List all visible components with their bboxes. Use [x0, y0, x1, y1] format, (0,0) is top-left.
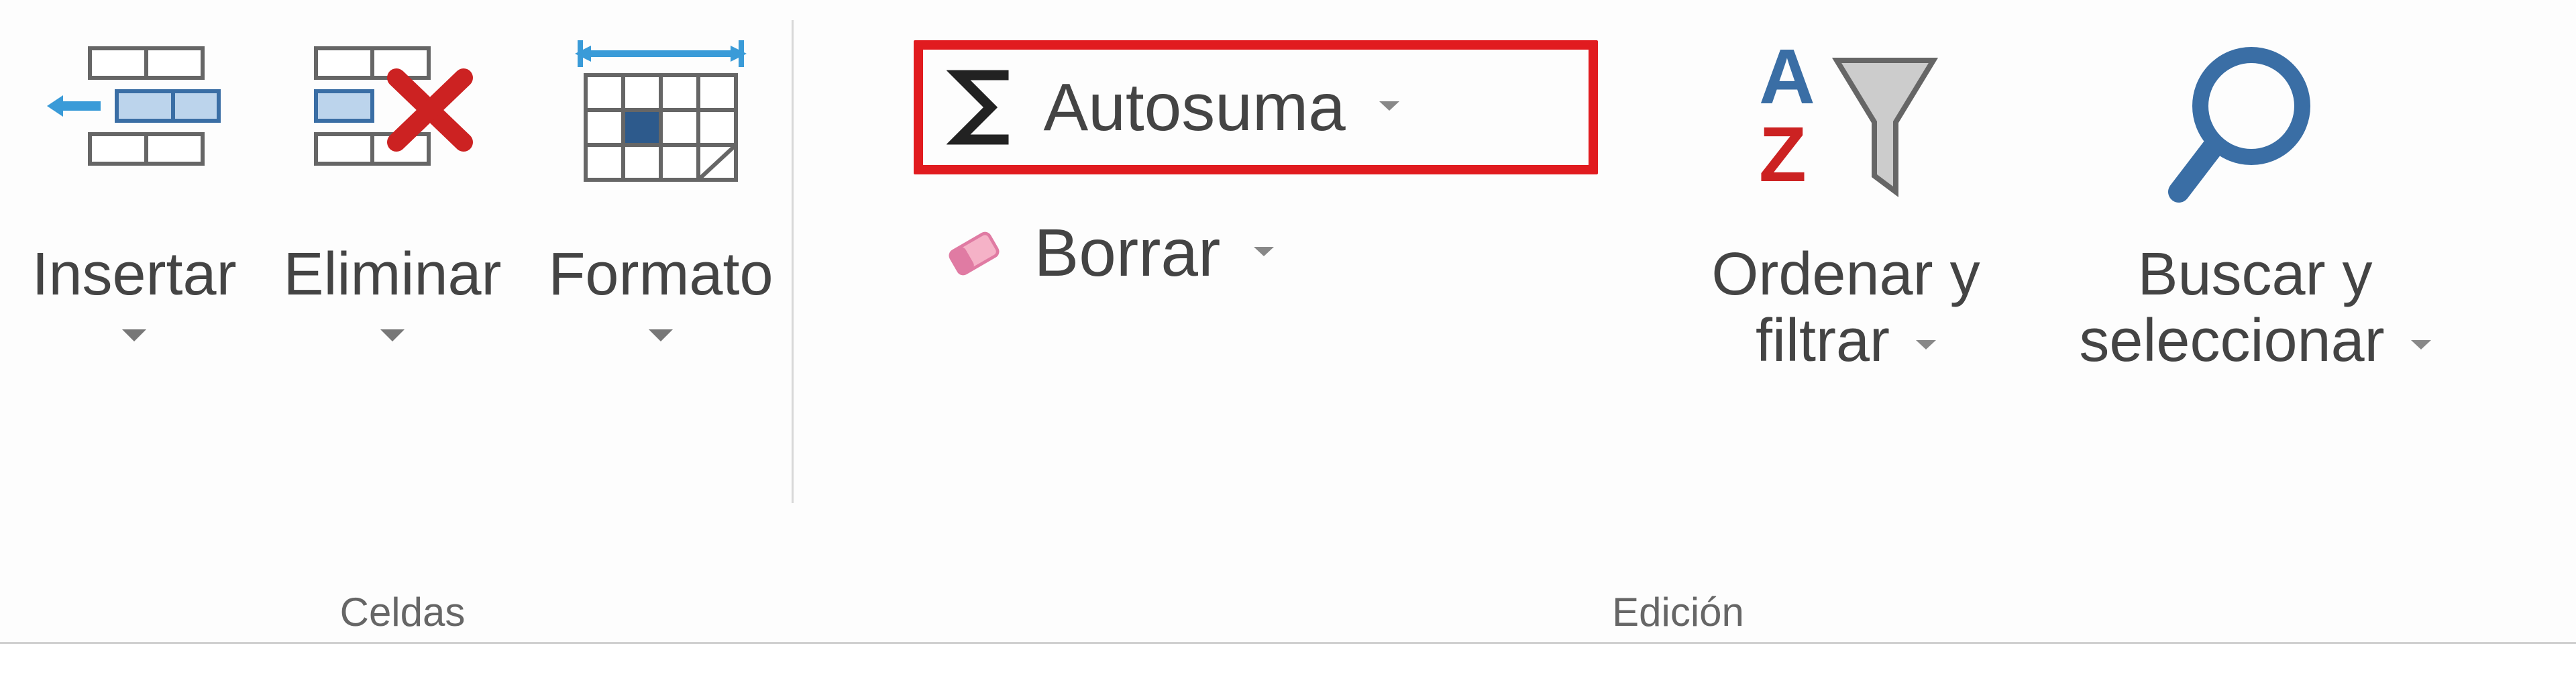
dropdown-caret-icon: [1379, 100, 1399, 115]
sort-filter-icon: A Z: [1746, 27, 1947, 228]
find-select-button[interactable]: Buscar y seleccionar: [2068, 20, 2443, 381]
group-edicion: Autosuma Borrar: [807, 20, 2549, 635]
magnifier-icon: [2168, 27, 2343, 228]
insert-cells-label: Insertar: [32, 241, 236, 308]
sort-filter-label: Ordenar y filtrar: [1711, 241, 1980, 374]
eraser-icon: [934, 220, 1014, 287]
delete-cells-icon: [305, 27, 480, 228]
find-select-label-line1: Buscar y: [2137, 241, 2372, 308]
find-select-label-line2: seleccionar: [2079, 307, 2384, 374]
dropdown-caret-icon: [1254, 246, 1274, 261]
ribbon: Insertar: [0, 0, 2576, 644]
format-cells-button[interactable]: Formato: [540, 20, 782, 350]
group-celdas-body: Insertar: [23, 20, 782, 576]
delete-cells-button[interactable]: Eliminar: [272, 20, 513, 350]
format-cells-label: Formato: [548, 241, 773, 308]
insert-cells-button[interactable]: Insertar: [23, 20, 245, 350]
sort-filter-label-line2: filtrar: [1756, 307, 1890, 374]
group-label-edicion: Edición: [1612, 589, 1744, 635]
sigma-icon: [943, 67, 1024, 148]
dropdown-caret-icon: [649, 328, 673, 343]
clear-button[interactable]: Borrar: [914, 208, 1598, 299]
format-cells-icon: [567, 27, 755, 228]
find-select-label: Buscar y seleccionar: [2079, 241, 2430, 374]
insert-cells-icon: [47, 27, 221, 228]
clear-label: Borrar: [1034, 215, 1221, 292]
group-celdas: Insertar: [27, 20, 778, 635]
dropdown-caret-icon: [122, 328, 146, 343]
group-separator: [792, 20, 794, 503]
edit-stack: Autosuma Borrar: [914, 20, 1598, 299]
dropdown-caret-icon: [2411, 339, 2431, 351]
delete-cells-label: Eliminar: [283, 241, 501, 308]
svg-text:Z: Z: [1759, 111, 1807, 198]
group-edicion-body: Autosuma Borrar: [914, 20, 2443, 576]
autosum-button[interactable]: Autosuma: [914, 40, 1598, 174]
dropdown-caret-icon: [380, 328, 405, 343]
sort-filter-button[interactable]: A Z Ordenar y filtrar: [1678, 20, 2014, 381]
sort-filter-label-line1: Ordenar y: [1711, 241, 1980, 308]
dropdown-caret-icon: [1916, 339, 1936, 351]
autosum-label: Autosuma: [1044, 69, 1346, 146]
group-label-celdas: Celdas: [340, 589, 466, 635]
svg-text:A: A: [1759, 34, 1815, 120]
